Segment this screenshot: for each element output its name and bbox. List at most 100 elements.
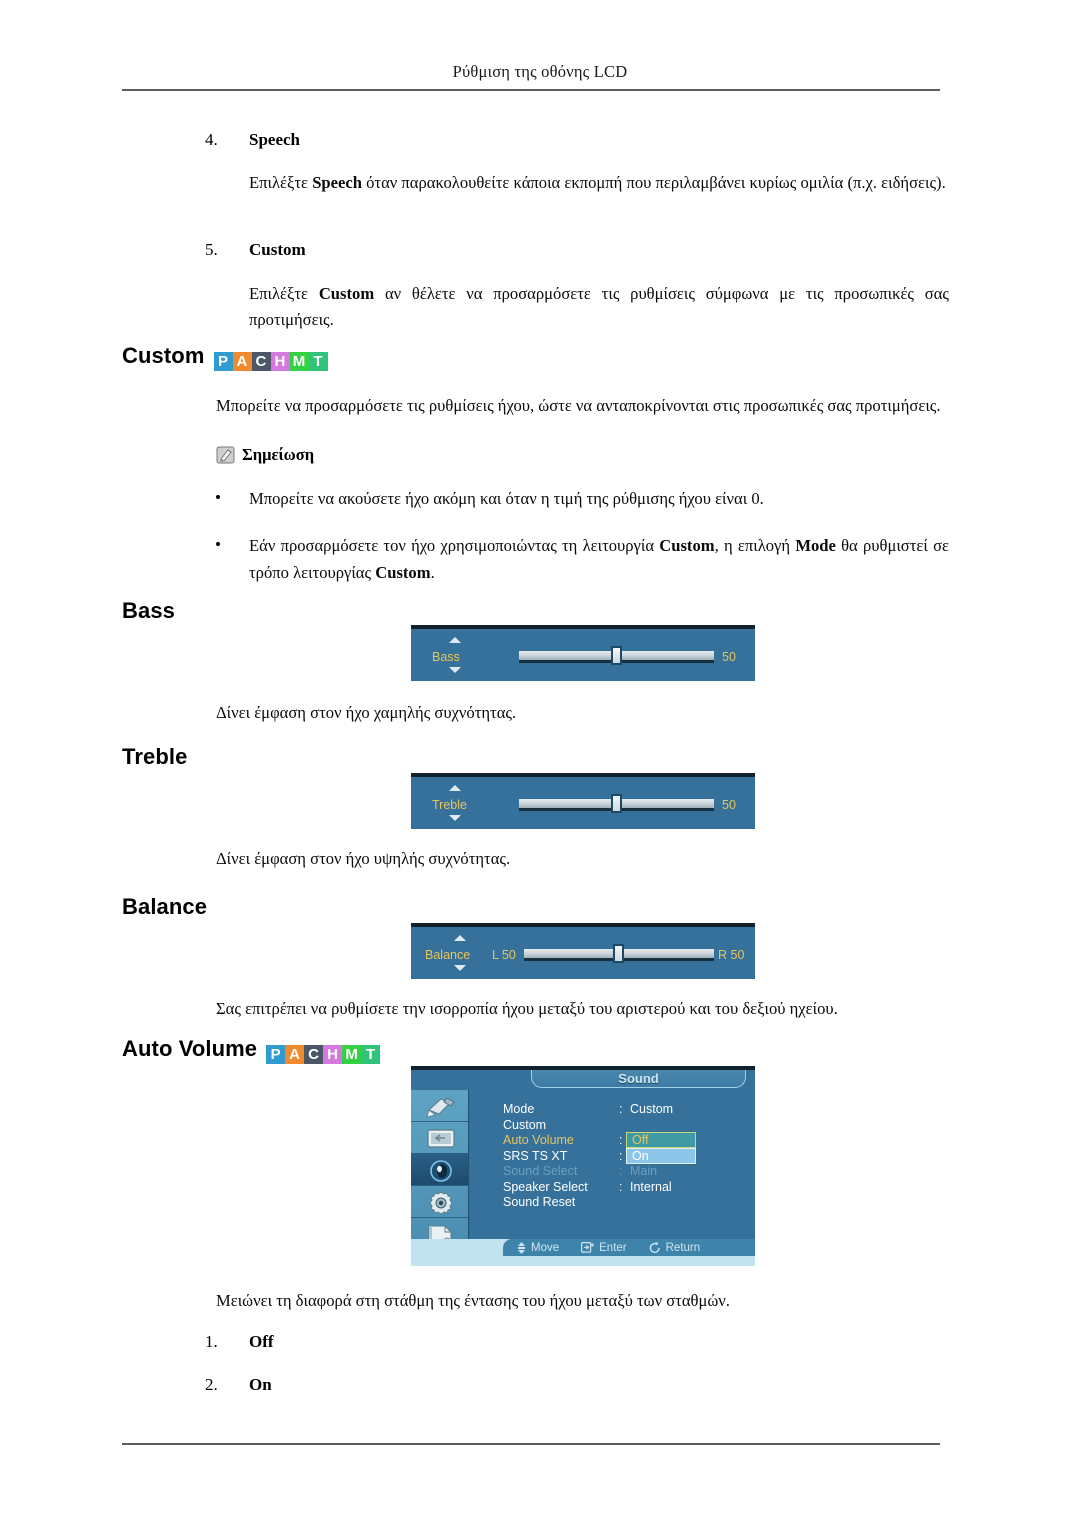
note-block: Σημείωση bbox=[216, 445, 314, 465]
arrow-up-icon[interactable] bbox=[454, 935, 466, 941]
sidebar-item-picture[interactable] bbox=[411, 1090, 468, 1122]
text-bold: Custom bbox=[659, 536, 715, 555]
section-heading-treble: Treble bbox=[122, 744, 188, 769]
osd-row-custom[interactable]: Custom bbox=[503, 1118, 753, 1134]
header-divider bbox=[122, 89, 940, 91]
sound-speaker-icon bbox=[430, 1160, 452, 1182]
option-label: Off bbox=[249, 1332, 274, 1351]
item-number: 4. bbox=[205, 130, 218, 149]
footer-label: Return bbox=[665, 1241, 701, 1254]
footer-label: Move bbox=[531, 1241, 560, 1254]
osd-row-mode[interactable]: Mode : Custom bbox=[503, 1102, 753, 1118]
text-bold: Mode bbox=[795, 536, 836, 555]
text-fragment: Εάν προσαρμόσετε τον ήχο χρησιμοποιώντας… bbox=[249, 536, 660, 555]
slider-thumb[interactable] bbox=[611, 794, 622, 813]
section-heading-custom: Custom P A C H M T bbox=[122, 343, 328, 371]
return-icon bbox=[649, 1241, 660, 1253]
arrow-down-icon[interactable] bbox=[454, 965, 466, 971]
slider-thumb[interactable] bbox=[611, 646, 622, 665]
model-badges-custom: PACHMT bbox=[213, 351, 328, 371]
row-value: Main bbox=[630, 1164, 658, 1178]
row-colon: : bbox=[619, 1133, 623, 1147]
text-fragment: Επιλέξτε bbox=[249, 284, 319, 303]
arrow-up-icon[interactable] bbox=[449, 785, 461, 791]
osd-footer-enter[interactable]: Enter bbox=[581, 1242, 627, 1254]
model-badge-h: H bbox=[323, 1044, 343, 1064]
osd-footer-move[interactable]: Move bbox=[517, 1241, 560, 1254]
text-fragment: . bbox=[430, 563, 435, 582]
page-header-title: Ρύθμιση της οθόνης LCD bbox=[452, 62, 628, 81]
slider-left-label: L 50 bbox=[492, 948, 516, 962]
option-number: 1. bbox=[205, 1332, 218, 1351]
item-label: Speech bbox=[249, 130, 300, 149]
item-5-paragraph: Επιλέξτε Custom αν θέλετε να προσαρμόσετ… bbox=[249, 281, 949, 333]
section-heading-bass: Bass bbox=[122, 598, 175, 623]
sidebar-item-sound[interactable] bbox=[411, 1154, 468, 1186]
arrow-up-icon[interactable] bbox=[449, 637, 461, 643]
item-4-paragraph: Επιλέξτε Speech όταν παρακολουθείτε κάπο… bbox=[249, 170, 949, 196]
osd-footer-return[interactable]: Return bbox=[649, 1241, 701, 1254]
slider-label: Bass bbox=[432, 650, 460, 664]
osd-menu-rows: Mode : Custom Custom Auto Volume : Off S… bbox=[503, 1102, 753, 1211]
heading-text: Auto Volume bbox=[122, 1036, 258, 1061]
row-value: Internal bbox=[630, 1179, 672, 1194]
section-heading-auto-volume: Auto Volume P A C H M T bbox=[122, 1036, 381, 1064]
osd-row-srs-ts-xt[interactable]: SRS TS XT : On bbox=[503, 1147, 753, 1165]
setup-gear-icon bbox=[429, 1191, 453, 1215]
slider-value: 50 bbox=[722, 798, 736, 812]
slider-right-label: R 50 bbox=[718, 948, 745, 962]
osd-row-sound-reset[interactable]: Sound Reset bbox=[503, 1195, 753, 1211]
osd-row-auto-volume[interactable]: Auto Volume : Off bbox=[503, 1132, 753, 1149]
model-badge-t: T bbox=[308, 351, 328, 371]
slider-label: Balance bbox=[425, 948, 471, 962]
model-badge-t: T bbox=[361, 1044, 381, 1064]
text-fragment: όταν παρακολουθείτε κάποια εκπομπή που π… bbox=[361, 173, 946, 192]
picture-brush-icon bbox=[426, 1097, 455, 1118]
note-pencil-icon bbox=[216, 446, 237, 465]
osd-option-on[interactable]: On bbox=[626, 1147, 696, 1164]
osd-footer: Move Enter Return bbox=[411, 1239, 755, 1266]
bullet-text: Μπορείτε να ακούσετε ήχο ακόμη και όταν … bbox=[249, 489, 764, 508]
osd-row-speaker-select[interactable]: Speaker Select : Internal bbox=[503, 1180, 753, 1196]
slider-thumb[interactable] bbox=[613, 944, 624, 963]
treble-description: Δίνει έμφαση στον ήχο υψηλής συχνότητας. bbox=[216, 849, 511, 868]
sidebar-item-screen[interactable] bbox=[411, 1122, 468, 1154]
balance-description: Σας επιτρέπει να ρυθμίσετε την ισορροπία… bbox=[216, 999, 838, 1018]
osd-sound-menu: Sound Mode: Custom Custom Auto Volume:… bbox=[411, 1066, 755, 1266]
model-badge-c: C bbox=[251, 351, 271, 371]
note-label: Σημείωση bbox=[242, 445, 315, 464]
model-badge-p: P bbox=[266, 1044, 286, 1064]
sidebar-item-setup[interactable] bbox=[411, 1186, 468, 1218]
model-badge-a: A bbox=[285, 1044, 305, 1064]
osd-slider-balance: Balance L 50 R 50 bbox=[411, 923, 755, 979]
osd-sidebar bbox=[411, 1090, 469, 1250]
row-label: Sound Reset bbox=[503, 1195, 576, 1209]
slider-label: Treble bbox=[432, 798, 467, 812]
osd-footer-inner: Move Enter Return bbox=[503, 1239, 755, 1256]
osd-option-off[interactable]: Off bbox=[626, 1132, 696, 1148]
slider-value: 50 bbox=[722, 650, 736, 664]
row-label: Auto Volume bbox=[503, 1133, 574, 1147]
row-colon: : bbox=[619, 1148, 623, 1163]
row-value: Custom bbox=[630, 1102, 674, 1116]
bass-description: Δίνει έμφαση στον ήχο χαμηλής συχνότητας… bbox=[216, 703, 517, 722]
item-label: Custom bbox=[249, 240, 306, 259]
bullet-dot-icon bbox=[216, 542, 220, 546]
row-label: Custom bbox=[503, 1117, 547, 1132]
arrow-down-icon[interactable] bbox=[449, 815, 461, 821]
model-badge-c: C bbox=[304, 1044, 324, 1064]
row-colon: : bbox=[619, 1164, 623, 1178]
osd-title-bar: Sound bbox=[411, 1070, 755, 1090]
heading-text: Custom bbox=[122, 343, 205, 368]
text-bold: Speech bbox=[312, 173, 362, 192]
osd-title-text: Sound bbox=[618, 1071, 659, 1086]
row-label: Sound Select bbox=[503, 1164, 578, 1178]
row-label: Speaker Select bbox=[503, 1179, 588, 1194]
arrow-down-icon[interactable] bbox=[449, 667, 461, 673]
model-badges-auto-volume: PACHMT bbox=[266, 1044, 381, 1064]
osd-slider-bass: Bass 50 bbox=[411, 625, 755, 681]
row-label: SRS TS XT bbox=[503, 1148, 568, 1163]
text-bold: Custom bbox=[375, 563, 431, 582]
row-label: Mode bbox=[503, 1102, 535, 1116]
osd-slider-treble: Treble 50 bbox=[411, 773, 755, 829]
